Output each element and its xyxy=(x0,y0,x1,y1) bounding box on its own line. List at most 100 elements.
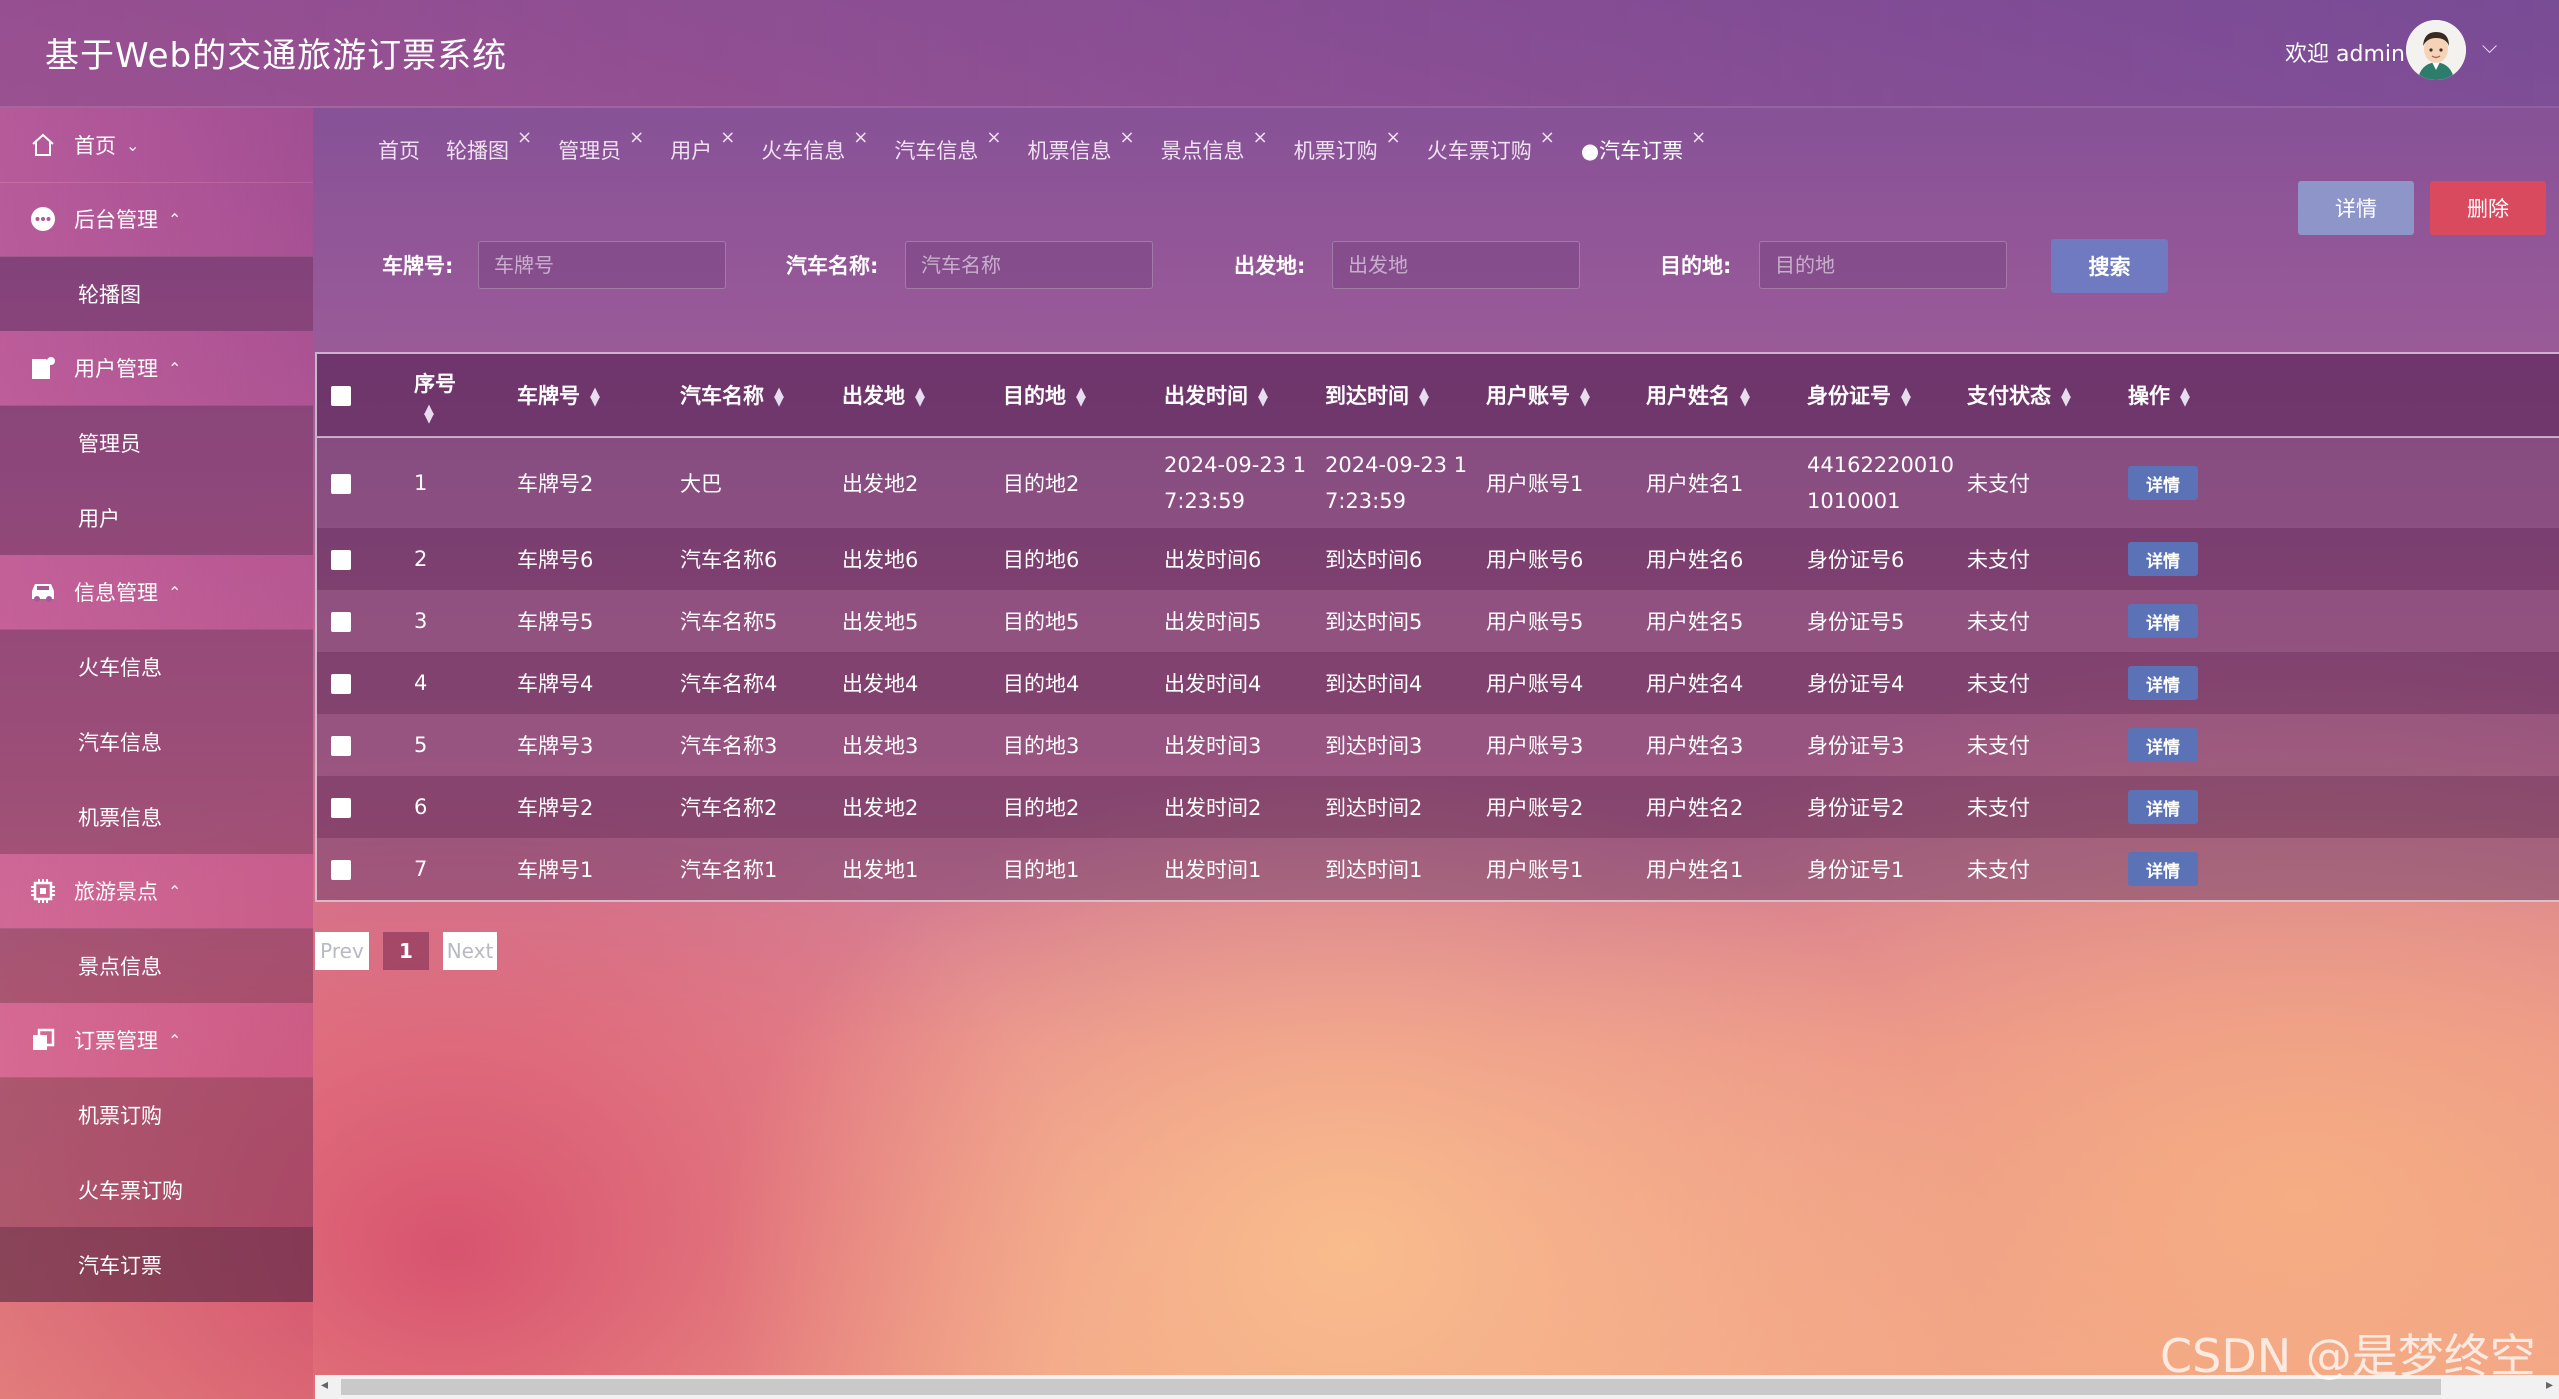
tab-carousel[interactable]: 轮播图 × xyxy=(446,127,532,165)
column-header[interactable]: 到达时间 xyxy=(1325,384,1409,408)
sidebar-item-attractions[interactable]: 旅游景点 ⌃ xyxy=(0,854,313,929)
close-icon[interactable]: × xyxy=(1691,127,1706,148)
column-header[interactable]: 目的地 xyxy=(1003,384,1066,408)
sidebar-item-flight-booking[interactable]: 机票订购 xyxy=(0,1077,313,1152)
sidebar-item-attraction-info[interactable]: 景点信息 xyxy=(0,928,313,1003)
row-checkbox[interactable] xyxy=(331,736,351,756)
close-icon[interactable]: × xyxy=(1119,127,1134,148)
tab-flight-info[interactable]: 机票信息 × xyxy=(1027,127,1134,165)
sort-icon[interactable]: ▲ ▼ xyxy=(774,386,784,408)
chevron-down-icon[interactable]: ⌵ xyxy=(2482,34,2497,58)
close-icon[interactable]: × xyxy=(1386,127,1401,148)
sidebar-item-user-mgmt[interactable]: 用户管理 ⌃ xyxy=(0,331,313,406)
sidebar-item-info-mgmt[interactable]: 信息管理 ⌃ xyxy=(0,555,313,630)
close-icon[interactable]: × xyxy=(986,127,1001,148)
sort-icon[interactable]: ▲ ▼ xyxy=(1901,386,1911,408)
row-checkbox[interactable] xyxy=(331,674,351,694)
sidebar-item-home[interactable]: 首页 ⌄ xyxy=(0,108,313,183)
tab-users[interactable]: 用户 × xyxy=(670,127,735,165)
sidebar-item-administrators[interactable]: 管理员 xyxy=(0,405,313,480)
sidebar-item-bus-info[interactable]: 汽车信息 xyxy=(0,704,313,779)
delete-button[interactable]: 删除 xyxy=(2430,181,2546,235)
column-header[interactable]: 用户姓名 xyxy=(1646,384,1730,408)
user-avatar-icon[interactable] xyxy=(2406,20,2466,80)
sort-icon[interactable]: ▲ ▼ xyxy=(1740,386,1750,408)
close-icon[interactable]: × xyxy=(629,127,644,148)
select-all-checkbox[interactable] xyxy=(331,386,351,406)
sidebar-item-users[interactable]: 用户 xyxy=(0,480,313,555)
next-page-button[interactable]: Next xyxy=(443,932,497,970)
search-button[interactable]: 搜索 xyxy=(2051,239,2168,293)
tab-bus-booking[interactable]: ●汽车订票 × xyxy=(1581,127,1706,165)
sidebar-item-admin[interactable]: 后台管理 ⌃ xyxy=(0,182,313,257)
scrollbar-thumb[interactable] xyxy=(341,1379,2441,1395)
table-row[interactable]: 7 车牌号1 汽车名称1 出发地1 目的地1 出发时间1 到达时间1 用户账号1 用户姓名1 身份… xyxy=(317,838,2559,900)
sort-icon[interactable]: ▲ ▼ xyxy=(424,403,434,425)
close-icon[interactable]: × xyxy=(1253,127,1268,148)
table-row[interactable]: 6 车牌号2 汽车名称2 出发地2 目的地2 出发时间2 到达时间2 用户账号2 用户姓名2 身份… xyxy=(317,776,2559,838)
table-row[interactable]: 2 车牌号6 汽车名称6 出发地6 目的地6 出发时间6 到达时间6 用户账号6 用户姓名6 身份… xyxy=(317,528,2559,590)
tab-flight-booking[interactable]: 机票订购 × xyxy=(1294,127,1401,165)
tab-train-booking[interactable]: 火车票订购 × xyxy=(1427,127,1555,165)
row-checkbox[interactable] xyxy=(331,474,351,494)
tab-attraction-info[interactable]: 景点信息 × xyxy=(1161,127,1268,165)
column-header[interactable]: 出发地 xyxy=(842,384,905,408)
sidebar-item-booking-mgmt[interactable]: 订票管理 ⌃ xyxy=(0,1003,313,1078)
detail-button[interactable]: 详情 xyxy=(2298,181,2414,235)
column-header[interactable]: 支付状态 xyxy=(1967,384,2051,408)
cell-text: 未支付 xyxy=(1967,796,2030,820)
close-icon[interactable]: × xyxy=(720,127,735,148)
table-cell: 到达时间6 xyxy=(1325,528,1486,590)
sort-icon[interactable]: ▲ ▼ xyxy=(1580,386,1590,408)
tab-administrators[interactable]: 管理员 × xyxy=(558,127,644,165)
column-header[interactable]: 车牌号 xyxy=(517,384,580,408)
column-header[interactable]: 序号 xyxy=(414,368,517,398)
column-header[interactable]: 汽车名称 xyxy=(680,384,764,408)
sort-icon[interactable]: ▲ ▼ xyxy=(2061,386,2071,408)
sort-icon[interactable]: ▲ ▼ xyxy=(1419,386,1429,408)
departure-search-input[interactable] xyxy=(1332,241,1580,289)
close-icon[interactable]: × xyxy=(1540,127,1555,148)
current-page[interactable]: 1 xyxy=(383,932,429,970)
table-row[interactable]: 5 车牌号3 汽车名称3 出发地3 目的地3 出发时间3 到达时间3 用户账号3 用户姓名3 身份… xyxy=(317,714,2559,776)
column-header[interactable]: 操作 xyxy=(2128,384,2170,408)
row-detail-button[interactable]: 详情 xyxy=(2128,604,2198,638)
destination-search-input[interactable] xyxy=(1759,241,2007,289)
row-checkbox[interactable] xyxy=(331,612,351,632)
tab-bus-info[interactable]: 汽车信息 × xyxy=(894,127,1001,165)
tab-train-info[interactable]: 火车信息 × xyxy=(761,127,868,165)
sidebar-item-flight-info[interactable]: 机票信息 xyxy=(0,779,313,854)
sidebar-item-train-booking[interactable]: 火车票订购 xyxy=(0,1152,313,1227)
table-row[interactable]: 1 车牌号2 大巴 出发地2 目的地2 2024-09-23 1 7:23:59 2024-0… xyxy=(317,437,2559,528)
table-row[interactable]: 4 车牌号4 汽车名称4 出发地4 目的地4 出发时间4 到达时间4 用户账号4 用户姓名4 身份… xyxy=(317,652,2559,714)
sort-icon[interactable]: ▲ ▼ xyxy=(1076,386,1086,408)
prev-page-button[interactable]: Prev xyxy=(315,932,369,970)
bus-name-search-input[interactable] xyxy=(905,241,1153,289)
row-detail-button[interactable]: 详情 xyxy=(2128,852,2198,886)
scroll-right-icon[interactable]: ▸ xyxy=(2546,1377,2553,1393)
sidebar-item-carousel[interactable]: 轮播图 xyxy=(0,256,313,331)
plate-search-input[interactable] xyxy=(478,241,726,289)
row-detail-button[interactable]: 详情 xyxy=(2128,666,2198,700)
sort-icon[interactable]: ▲ ▼ xyxy=(1258,386,1268,408)
column-header[interactable]: 用户账号 xyxy=(1486,384,1570,408)
row-detail-button[interactable]: 详情 xyxy=(2128,728,2198,762)
sort-icon[interactable]: ▲ ▼ xyxy=(915,386,925,408)
row-detail-button[interactable]: 详情 xyxy=(2128,466,2198,500)
scroll-left-icon[interactable]: ◂ xyxy=(321,1377,328,1393)
column-header[interactable]: 出发时间 xyxy=(1164,384,1248,408)
row-checkbox[interactable] xyxy=(331,550,351,570)
row-detail-button[interactable]: 详情 xyxy=(2128,542,2198,576)
close-icon[interactable]: × xyxy=(517,127,532,148)
sidebar-item-bus-booking[interactable]: 汽车订票 xyxy=(0,1227,313,1302)
sort-icon[interactable]: ▲ ▼ xyxy=(590,386,600,408)
close-icon[interactable]: × xyxy=(853,127,868,148)
row-detail-button[interactable]: 详情 xyxy=(2128,790,2198,824)
sidebar-item-train-info[interactable]: 火车信息 xyxy=(0,629,313,704)
table-row[interactable]: 3 车牌号5 汽车名称5 出发地5 目的地5 出发时间5 到达时间5 用户账号5 用户姓名5 身份… xyxy=(317,590,2559,652)
sort-icon[interactable]: ▲ ▼ xyxy=(2180,386,2190,408)
tab-home[interactable]: 首页 xyxy=(378,135,420,165)
row-checkbox[interactable] xyxy=(331,860,351,880)
column-header[interactable]: 身份证号 xyxy=(1807,384,1891,408)
row-checkbox[interactable] xyxy=(331,798,351,818)
